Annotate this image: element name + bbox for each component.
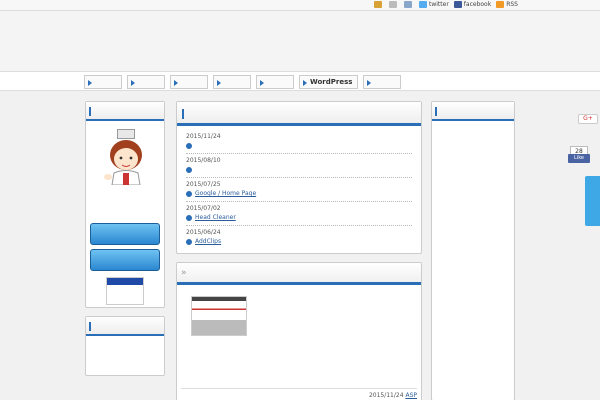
widget-title — [438, 107, 488, 116]
arrow-circle-icon — [186, 166, 192, 173]
rss-icon — [496, 1, 505, 8]
post-footer: 2015/11/24 ASP — [181, 388, 417, 399]
post-header: » — [177, 263, 421, 285]
news-date: 2015/07/02 — [186, 205, 221, 212]
list-item: 2015/07/02 Head Cleaner — [186, 202, 412, 226]
top-link-write[interactable] — [374, 1, 384, 8]
blog-ranking-banner[interactable] — [106, 277, 144, 305]
news-date: 2015/06/24 — [186, 229, 221, 236]
news-box: 2015/11/24 2015/08/10 2015/07/25 Google … — [176, 101, 422, 254]
avatar — [86, 121, 164, 186]
site-header — [0, 11, 600, 71]
nav-item-3[interactable] — [170, 75, 208, 89]
mail-icon — [389, 1, 397, 8]
site-description — [84, 41, 384, 61]
arrow-circle-icon — [186, 238, 192, 245]
news-date: 2015/08/10 — [186, 157, 221, 164]
pencil-icon — [374, 1, 382, 8]
profile-text — [86, 185, 164, 219]
main-content: 2015/11/24 2015/08/10 2015/07/25 Google … — [176, 101, 422, 400]
post-category-link[interactable]: ASP — [405, 392, 417, 399]
widget-header — [86, 317, 164, 336]
list-item: 2015/08/10 — [186, 154, 412, 178]
widget-title — [92, 107, 142, 116]
nav-item-7[interactable] — [363, 75, 402, 89]
nav-item-5[interactable] — [256, 75, 294, 89]
news-date: 2015/07/25 — [186, 181, 221, 188]
profile-banner-button[interactable] — [90, 223, 160, 245]
twitter-icon — [419, 1, 427, 8]
top-links: twitter facebook RSS — [374, 1, 518, 8]
read-more-link[interactable] — [311, 351, 411, 360]
news-link[interactable] — [186, 165, 412, 174]
news-link[interactable]: Google / Home Page — [186, 189, 412, 198]
avatar-tab — [117, 129, 135, 139]
top-link-rss[interactable]: RSS — [496, 1, 518, 8]
right-widget — [431, 101, 515, 400]
facebook-icon — [453, 1, 462, 8]
top-link-doc[interactable] — [404, 1, 414, 8]
top-bar: twitter facebook RSS — [0, 0, 600, 11]
site-title[interactable] — [84, 20, 274, 36]
nav-item-wordpress[interactable]: WordPress — [299, 75, 359, 89]
list-item: 2015/07/25 Google / Home Page — [186, 178, 412, 202]
main-nav: WordPress — [0, 71, 600, 91]
ranking-banner-top — [107, 278, 143, 285]
follow-tab[interactable] — [585, 176, 600, 226]
news-title — [187, 109, 247, 119]
news-date: 2015/11/24 — [186, 133, 221, 140]
left-sidebar — [85, 101, 165, 384]
doc-icon — [404, 1, 412, 8]
news-link[interactable] — [186, 141, 412, 150]
news-link[interactable]: AddClips — [186, 237, 412, 246]
news-header — [177, 102, 421, 126]
nav-item-4[interactable] — [213, 75, 251, 89]
arrow-circle-icon — [186, 190, 192, 197]
widget-header — [432, 102, 514, 121]
list-item: 2015/06/24 AddClips — [186, 226, 412, 249]
post-thumbnail[interactable] — [191, 296, 247, 336]
widget-title — [92, 322, 142, 331]
top-link-facebook[interactable]: facebook — [453, 1, 491, 8]
profile-widget — [85, 101, 165, 308]
post-date: 2015/11/24 — [368, 392, 404, 399]
gplus-button[interactable]: G+ — [578, 114, 598, 124]
news-link[interactable]: Head Cleaner — [186, 213, 412, 222]
widget-header — [86, 102, 164, 121]
nav-item-1[interactable] — [84, 75, 122, 89]
right-sidebar — [431, 101, 515, 400]
top-link-mail[interactable] — [389, 1, 399, 8]
post-article: » 2015/11/24 ASP — [176, 262, 422, 400]
widget-text — [86, 336, 164, 360]
post-excerpt — [261, 297, 411, 321]
top-link-twitter[interactable]: twitter — [419, 1, 449, 8]
second-widget — [85, 316, 165, 376]
nav-item-2[interactable] — [127, 75, 165, 89]
post-title-icon: » — [181, 268, 187, 278]
arrow-circle-icon — [186, 142, 192, 149]
list-item: 2015/11/24 — [186, 130, 412, 154]
arrow-circle-icon — [186, 214, 192, 221]
mailmag-banner-button[interactable] — [90, 249, 160, 271]
fb-like-button[interactable]: Like — [568, 154, 590, 163]
post-title-link[interactable] — [191, 269, 391, 279]
news-list: 2015/11/24 2015/08/10 2015/07/25 Google … — [177, 126, 421, 253]
